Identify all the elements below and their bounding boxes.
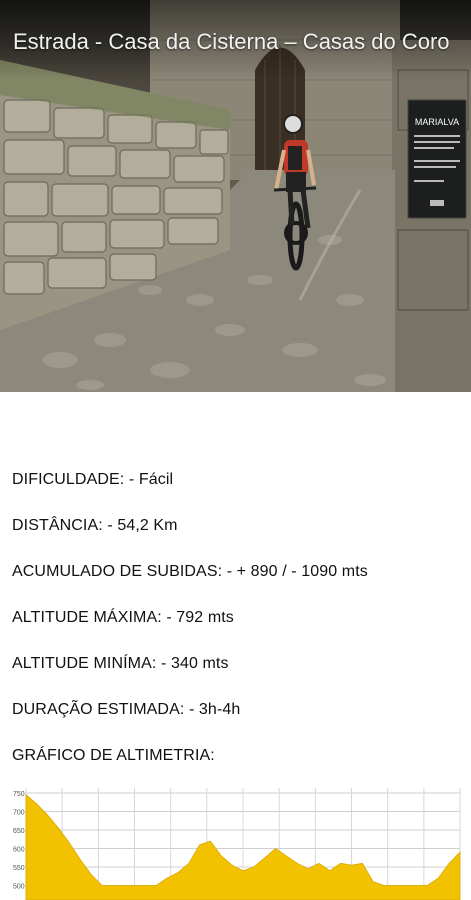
- altimetry-chart-svg: 750 700 650 600 550 500: [12, 788, 464, 900]
- difficulty-value: - Fácil: [128, 471, 174, 488]
- hero-photo: MARIALVA Estrada - Casa da Cisterna – Ca…: [0, 0, 471, 392]
- distance-value: - 54,2 Km: [107, 517, 178, 534]
- route-info-list: DIFICULDADE: - Fácil DISTÂNCIA: - 54,2 K…: [12, 470, 462, 792]
- ascent-row: ACUMULADO DE SUBIDAS: - + 890 / - 1090 m…: [12, 562, 462, 608]
- y-tick-label: 550: [13, 865, 25, 872]
- min-altitude-value: - 340 mts: [160, 655, 229, 672]
- altimetry-label: GRÁFICO DE ALTIMETRIA:: [12, 747, 215, 764]
- ascent-label: ACUMULADO DE SUBIDAS:: [12, 563, 223, 580]
- ascent-value: - + 890 / - 1090 mts: [226, 563, 368, 580]
- route-title: Estrada - Casa da Cisterna – Casas do Co…: [13, 28, 450, 54]
- y-tick-label: 750: [13, 791, 25, 798]
- distance-row: DISTÂNCIA: - 54,2 Km: [12, 516, 462, 562]
- min-altitude-row: ALTITUDE MINÍMA: - 340 mts: [12, 654, 462, 700]
- max-altitude-value: - 792 mts: [166, 609, 234, 626]
- y-tick-label: 650: [13, 828, 25, 835]
- y-tick-label: 700: [13, 810, 25, 817]
- altimetry-chart: 750 700 650 600 550 500: [12, 788, 464, 900]
- duration-label: DURAÇÃO ESTIMADA:: [12, 701, 185, 718]
- max-altitude-row: ALTITUDE MÁXIMA: - 792 mts: [12, 608, 462, 654]
- duration-value: - 3h-4h: [188, 701, 241, 718]
- y-tick-label: 500: [13, 884, 25, 891]
- y-tick-label: 600: [13, 847, 25, 854]
- difficulty-row: DIFICULDADE: - Fácil: [12, 470, 462, 516]
- distance-label: DISTÂNCIA:: [12, 517, 103, 534]
- duration-row: DURAÇÃO ESTIMADA: - 3h-4h: [12, 700, 462, 746]
- difficulty-label: DIFICULDADE:: [12, 471, 125, 488]
- altimetry-heading: GRÁFICO DE ALTIMETRIA:: [12, 746, 462, 792]
- min-altitude-label: ALTITUDE MINÍMA:: [12, 655, 157, 672]
- max-altitude-label: ALTITUDE MÁXIMA:: [12, 609, 162, 626]
- sign-title: MARIALVA: [415, 117, 459, 127]
